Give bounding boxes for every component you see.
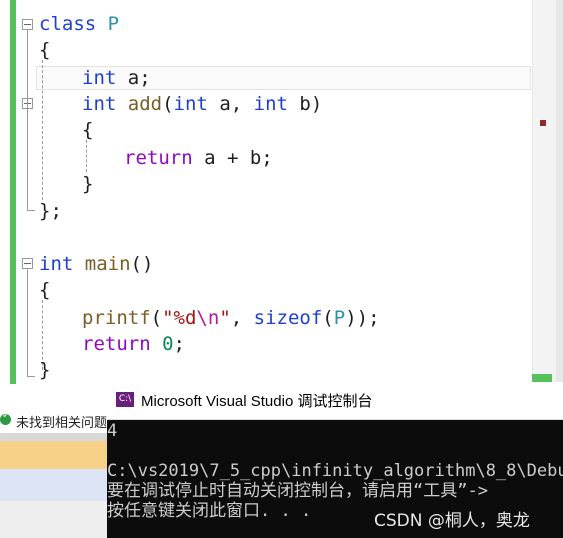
indent-guide-class: [42, 60, 43, 200]
code-line-4: int add(int a, int b): [82, 93, 323, 115]
console-output-line: 要在调试停止时自动关闭控制台，请启用“工具”->: [107, 481, 488, 501]
change-tracking-margin: [10, 0, 16, 384]
panel-row[interactable]: [0, 501, 107, 538]
fold-guide-main-end: [27, 376, 35, 377]
panel-row-highlight[interactable]: [0, 441, 107, 469]
code-line-1: class P: [39, 13, 120, 35]
breakpoint-marker: [540, 120, 546, 126]
fold-guide-main: [27, 269, 28, 377]
code-line-13: return 0;: [82, 333, 185, 355]
indent-guide-add: [86, 140, 87, 172]
check-icon: ✓: [0, 410, 11, 425]
code-line-3: int a;: [82, 67, 151, 89]
fold-toggle-class[interactable]: [22, 19, 33, 30]
fold-toggle-main[interactable]: [22, 258, 33, 269]
code-line-11: {: [39, 279, 51, 301]
code-line-5: {: [82, 119, 94, 141]
console-output-line: C:\vs2019\7_5_cpp\infinity_algorithm\8_8…: [107, 461, 563, 481]
fold-guide-class: [27, 30, 28, 210]
watermark: CSDN @桐人，奥龙: [374, 511, 530, 531]
console-title: Microsoft Visual Studio 调试控制台: [141, 393, 373, 410]
console-output-line: 按任意键关闭此窗口. . .: [107, 501, 312, 521]
code-line-7: }: [82, 173, 94, 195]
scrollbar-track[interactable]: [556, 0, 563, 384]
code-line-2: {: [39, 39, 51, 61]
code-line-8: };: [39, 200, 62, 222]
panel-divider: [0, 433, 107, 441]
console-app-icon: C:\: [116, 392, 134, 407]
code-line-14: }: [39, 359, 51, 381]
panel-row-selected[interactable]: [0, 469, 107, 501]
console-output-line: 4: [107, 421, 118, 441]
fold-guide-class-end: [27, 210, 35, 211]
code-line-12: printf("%d\n", sizeof(P));: [82, 307, 380, 329]
issues-status-text[interactable]: 未找到相关问题: [16, 412, 107, 431]
code-line-10: int main(): [39, 253, 154, 275]
code-line-6: return a + b;: [124, 147, 273, 169]
scrollbar-change-marker: [532, 374, 552, 382]
